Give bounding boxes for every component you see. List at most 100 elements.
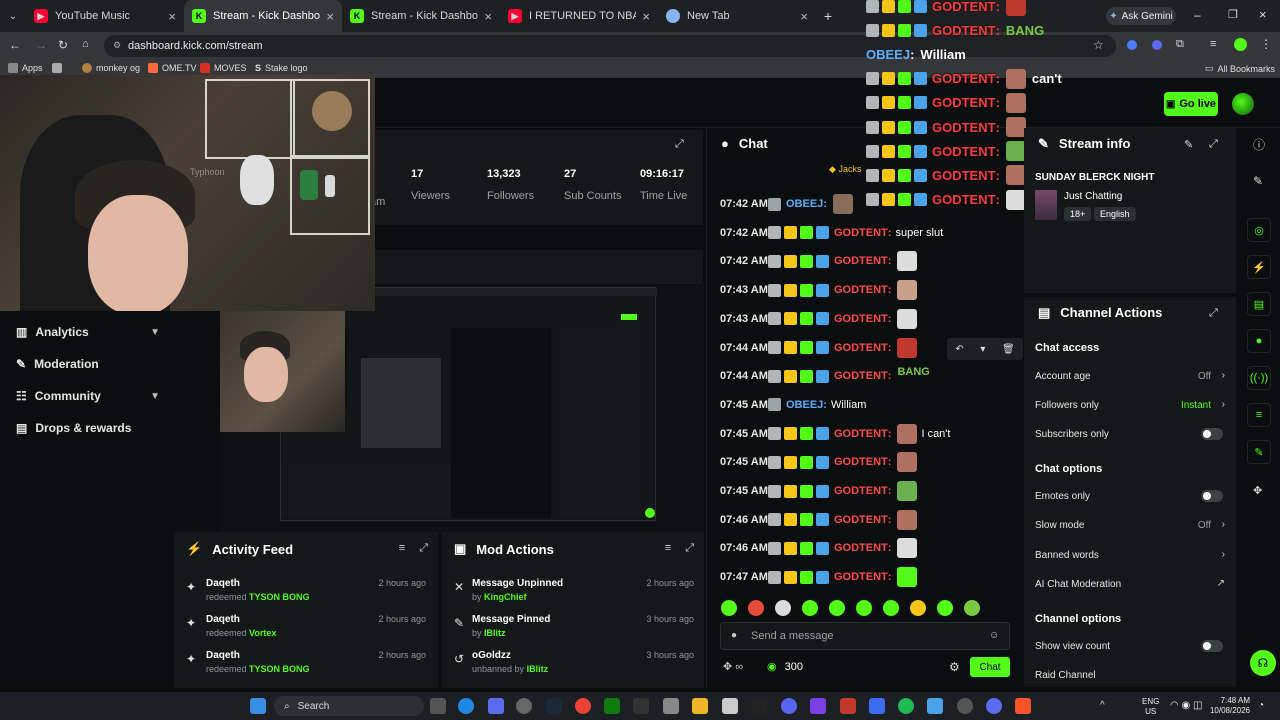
chat-username[interactable]: GODTENT [834, 342, 888, 354]
chat-username[interactable]: OBEEJ [786, 399, 823, 411]
back-icon[interactable]: ← [9, 38, 21, 52]
info-icon[interactable]: ⓘ [1253, 136, 1265, 153]
chat-message[interactable]: 07:44 AM GODTENT: BANG [720, 365, 930, 387]
close-icon[interactable]: × [168, 9, 176, 24]
go-live-button[interactable]: ▣ Go live [1164, 92, 1218, 116]
clock[interactable]: 7:48 AM 10/08/2026 [1208, 696, 1250, 716]
support-button[interactable]: ☊ [1250, 650, 1276, 676]
menu-icon[interactable]: ⋮ [1260, 37, 1272, 51]
new-tab-button[interactable]: + [816, 0, 840, 32]
rail-button-chat[interactable]: ● [1247, 329, 1271, 353]
chat-message[interactable]: 07:45 AM GODTENT: [720, 480, 918, 502]
minimize-button[interactable]: – [1194, 8, 1201, 22]
chat-message[interactable]: 07:43 AM GODTENT: [720, 308, 918, 330]
bookmark-moves[interactable]: MOVES [200, 63, 247, 73]
chrome-icon[interactable] [575, 698, 591, 714]
app-icon[interactable] [810, 698, 826, 714]
chat-message[interactable]: 07:44 AM GODTENT: [720, 337, 918, 359]
taskbar-search[interactable]: ⌕ Search [274, 696, 424, 716]
emote-icon[interactable] [802, 600, 818, 616]
emote-icon[interactable] [748, 600, 764, 616]
bookmark-stake-logo[interactable]: S Stake logo [255, 63, 308, 73]
chat-message[interactable]: 07:42 AM GODTENT: super slut [720, 222, 943, 244]
gear-icon[interactable]: ⚙ [949, 660, 960, 674]
emoji-icon[interactable]: ☺ [989, 630, 999, 641]
close-icon[interactable]: × [484, 9, 492, 24]
edge-icon[interactable] [458, 698, 474, 714]
app-icon[interactable] [957, 698, 973, 714]
rail-button-screen[interactable]: ◎ [1247, 218, 1271, 242]
close-icon[interactable]: × [326, 9, 334, 24]
app-icon[interactable] [986, 698, 1002, 714]
notification-icon[interactable]: ◔ [1258, 700, 1264, 711]
chat-username[interactable]: GODTENT [834, 485, 888, 497]
windows-start-icon[interactable] [250, 698, 266, 714]
chat-message[interactable]: 07:46 AM GODTENT: [720, 509, 918, 531]
tray-chevron-icon[interactable]: ^ [1100, 700, 1105, 711]
ai-moderation-setting[interactable]: AI Chat Moderation ↗ [1035, 578, 1225, 590]
emote-icon[interactable] [910, 600, 926, 616]
sidebar-item-drops[interactable]: ▤ Drops & rewards [16, 421, 160, 435]
expand-icon[interactable]: ⤢ [1209, 138, 1218, 151]
tab-youtube-video[interactable]: ▶I RETURNED TO NBA 2K20 AND× [500, 0, 658, 32]
tab-kick-dashboard[interactable]: KStream - Kick Dashboard× [342, 0, 500, 32]
profile-avatar[interactable] [1234, 38, 1247, 51]
sidebar-item-analytics[interactable]: ▥ Analytics ▼ [16, 325, 160, 339]
home-icon[interactable]: ⌂ [82, 38, 89, 50]
raid-channel-setting[interactable]: Raid Channel [1035, 670, 1225, 681]
filter-icon[interactable]: ≡ [665, 542, 671, 555]
more-icon[interactable]: ✥ [1253, 484, 1262, 497]
chat-username[interactable]: GODTENT [834, 284, 888, 296]
app-icon[interactable] [840, 698, 856, 714]
emote-icon[interactable] [856, 600, 872, 616]
banned-words-setting[interactable]: Banned words › [1035, 549, 1225, 561]
media-icon[interactable]: ≡ [1210, 38, 1216, 50]
chat-message[interactable]: 07:45 AM GODTENT: [720, 451, 918, 473]
app-icon[interactable] [869, 698, 885, 714]
emote-icon[interactable] [937, 600, 953, 616]
edit-icon[interactable]: ✎ [1184, 138, 1193, 151]
emote-icon[interactable] [775, 600, 791, 616]
reply-icon[interactable]: ↶ [955, 344, 963, 355]
expand-icon[interactable]: ⤢ [1209, 307, 1218, 320]
task-view-icon[interactable] [430, 698, 446, 714]
rail-button-wrench[interactable]: ✎ [1247, 440, 1271, 464]
app-icon[interactable] [927, 698, 943, 714]
chat-username[interactable]: GODTENT [834, 313, 888, 325]
chat-username[interactable]: GODTENT [834, 456, 888, 468]
close-icon[interactable]: × [800, 9, 808, 24]
followers-only-setting[interactable]: Followers only Instant › [1035, 399, 1225, 411]
all-bookmarks[interactable]: ▭ All Bookmarks [1205, 63, 1275, 74]
chat-message[interactable]: 07:42 AM GODTENT: [720, 250, 918, 272]
bookmark-star-icon[interactable]: ☆ [1093, 38, 1104, 52]
app-icon[interactable] [516, 698, 532, 714]
language-indicator[interactable]: ENG US [1142, 697, 1159, 717]
reload-icon[interactable]: ↻ [58, 38, 68, 52]
chat-username[interactable]: GODTENT [834, 227, 888, 239]
expand-icon[interactable]: ⤢ [675, 138, 684, 151]
chat-username[interactable]: GODTENT [834, 428, 888, 440]
bookmark-ome-tv[interactable]: OME.TV [148, 63, 197, 73]
ask-gemini-button[interactable]: ✦ Ask Gemini [1106, 7, 1176, 25]
chat-input[interactable]: ● Send a message ☺ [720, 622, 1010, 650]
window-close-button[interactable]: × [1259, 7, 1267, 22]
forward-icon[interactable]: → [35, 38, 47, 52]
chat-username[interactable]: GODTENT [834, 514, 888, 526]
emote-icon[interactable] [829, 600, 845, 616]
spotify-icon[interactable] [898, 698, 914, 714]
bookmark-monkey-og[interactable]: monkey og [82, 63, 140, 73]
user-avatar[interactable] [1232, 93, 1254, 115]
slow-mode-setting[interactable]: Slow mode Off › [1035, 519, 1225, 531]
emote-icon[interactable] [721, 600, 737, 616]
app-icon[interactable] [488, 698, 504, 714]
file-explorer-icon[interactable] [692, 698, 708, 714]
xbox-icon[interactable] [604, 698, 620, 714]
delete-icon[interactable]: 🗑 [1002, 344, 1015, 355]
rail-button-broadcast[interactable]: ((·)) [1247, 366, 1271, 390]
extension-icon[interactable] [1152, 40, 1162, 50]
chat-username[interactable]: OBEEJ [786, 198, 823, 210]
tab-kick-dashboard-active[interactable]: KStream - Kick Dashboard× [184, 0, 342, 32]
discord-icon[interactable] [781, 698, 797, 714]
chat-link-icon[interactable]: ✥ ∞ [723, 660, 743, 673]
chat-username[interactable]: GODTENT [834, 370, 888, 382]
